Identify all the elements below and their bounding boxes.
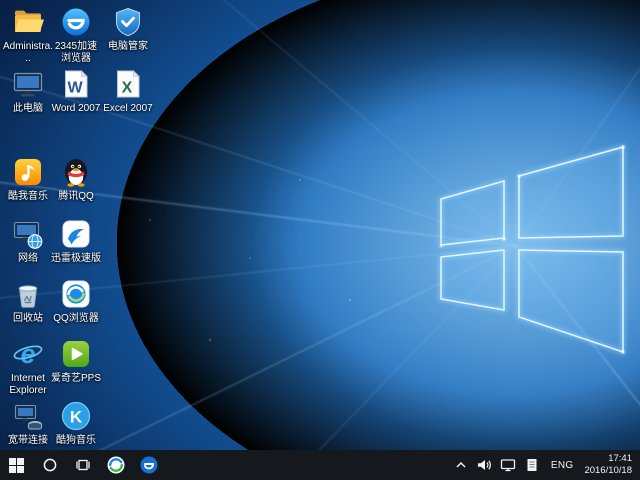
broadband-connection-icon — [12, 400, 44, 432]
icon-label: 2345加速浏览器 — [50, 41, 102, 65]
recycle-bin-icon — [12, 278, 44, 310]
internet-explorer-icon: e — [12, 338, 44, 370]
iqiyi-pps-icon — [60, 338, 92, 370]
taskbar-clock[interactable]: 17:41 2016/10/18 — [580, 450, 640, 480]
taskbar-app-qq-browser[interactable] — [99, 450, 132, 480]
icon-label: 宽带连接 — [8, 435, 48, 447]
volume-button[interactable] — [472, 450, 496, 480]
excel-2007-icon: X — [112, 68, 144, 100]
this-pc-icon — [12, 68, 44, 100]
windows-desktop-screen: Administra... 此电脑 酷我音乐 — [0, 0, 640, 480]
icon-label: 迅雷极速版 — [51, 253, 101, 265]
system-tray: ENG 17:41 2016/10/18 — [450, 450, 640, 480]
network-icon — [12, 218, 44, 250]
svg-text:W: W — [67, 80, 83, 97]
desktop-icon-administrator[interactable]: Administra... — [2, 6, 54, 65]
task-view-icon — [75, 457, 91, 473]
icon-label: 酷狗音乐 — [56, 435, 96, 447]
clock-date: 2016/10/18 — [584, 465, 632, 477]
icon-label: QQ浏览器 — [53, 313, 99, 325]
start-button[interactable] — [0, 450, 33, 480]
desktop-icon-internet-explorer[interactable]: e Internet Explorer — [2, 338, 54, 397]
icon-label: 回收站 — [13, 313, 43, 325]
desktop-area[interactable]: Administra... 此电脑 酷我音乐 — [0, 0, 640, 450]
taskbar: ENG 17:41 2016/10/18 — [0, 450, 640, 480]
taskbar-left — [0, 450, 165, 480]
icon-label: 爱奇艺PPS — [51, 373, 101, 385]
desktop-icon-word-2007[interactable]: W Word 2007 — [50, 68, 102, 115]
icon-label: 酷我音乐 — [8, 191, 48, 203]
icon-label: 电脑管家 — [108, 41, 148, 53]
qq-browser-icon — [60, 278, 92, 310]
search-icon — [42, 457, 58, 473]
desktop-icon-iqiyi-pps[interactable]: 爱奇艺PPS — [50, 338, 102, 385]
qq-browser-taskbar-icon — [106, 455, 126, 475]
clock-time: 17:41 — [608, 453, 632, 465]
svg-text:X: X — [122, 80, 133, 97]
icon-label: 网络 — [18, 253, 38, 265]
desktop-icon-pc-manager[interactable]: 电脑管家 — [102, 6, 154, 53]
tencent-qq-icon — [60, 156, 92, 188]
task-view-button[interactable] — [66, 450, 99, 480]
volume-icon — [476, 457, 492, 473]
desktop-icon-2345-browser[interactable]: 2345加速浏览器 — [50, 6, 102, 65]
desktop-icon-this-pc[interactable]: 此电脑 — [2, 68, 54, 115]
network-button[interactable] — [496, 450, 520, 480]
desktop-icon-kuwo-music[interactable]: 酷我音乐 — [2, 156, 54, 203]
notes-icon — [524, 457, 540, 473]
search-button[interactable] — [33, 450, 66, 480]
icon-label: Word 2007 — [52, 103, 101, 115]
desktop-icon-excel-2007[interactable]: X Excel 2007 — [102, 68, 154, 115]
thunder-icon — [60, 218, 92, 250]
tray-expand-button[interactable] — [450, 450, 472, 480]
kuwo-music-icon — [12, 156, 44, 188]
windows-flag-icon — [9, 458, 24, 473]
language-indicator[interactable]: ENG — [544, 450, 581, 480]
desktop-icon-network[interactable]: 网络 — [2, 218, 54, 265]
desktop-icon-thunder[interactable]: 迅雷极速版 — [50, 218, 102, 265]
network-tray-icon — [500, 457, 516, 473]
chevron-up-icon — [454, 458, 468, 472]
desktop-icon-tencent-qq[interactable]: 腾讯QQ — [50, 156, 102, 203]
taskbar-app-2345-browser[interactable] — [132, 450, 165, 480]
desktop-icon-broadband-connection[interactable]: 宽带连接 — [2, 400, 54, 447]
svg-text:e: e — [20, 339, 35, 369]
svg-text:K: K — [70, 408, 83, 427]
icon-label: Internet Explorer — [2, 373, 54, 397]
user-folder-icon — [12, 6, 44, 38]
icon-label: Administra... — [2, 41, 54, 65]
icon-label: Excel 2007 — [103, 103, 152, 115]
desktop-icon-qq-browser[interactable]: QQ浏览器 — [50, 278, 102, 325]
2345-browser-icon — [60, 6, 92, 38]
icon-label: 腾讯QQ — [58, 191, 94, 203]
kugou-music-icon: K — [60, 400, 92, 432]
word-2007-icon: W — [60, 68, 92, 100]
desktop-icon-kugou-music[interactable]: K 酷狗音乐 — [50, 400, 102, 447]
pc-manager-shield-icon — [112, 6, 144, 38]
notes-tray-button[interactable] — [520, 450, 544, 480]
2345-browser-taskbar-icon — [139, 455, 159, 475]
icon-label: 此电脑 — [13, 103, 43, 115]
desktop-icon-recycle-bin[interactable]: 回收站 — [2, 278, 54, 325]
